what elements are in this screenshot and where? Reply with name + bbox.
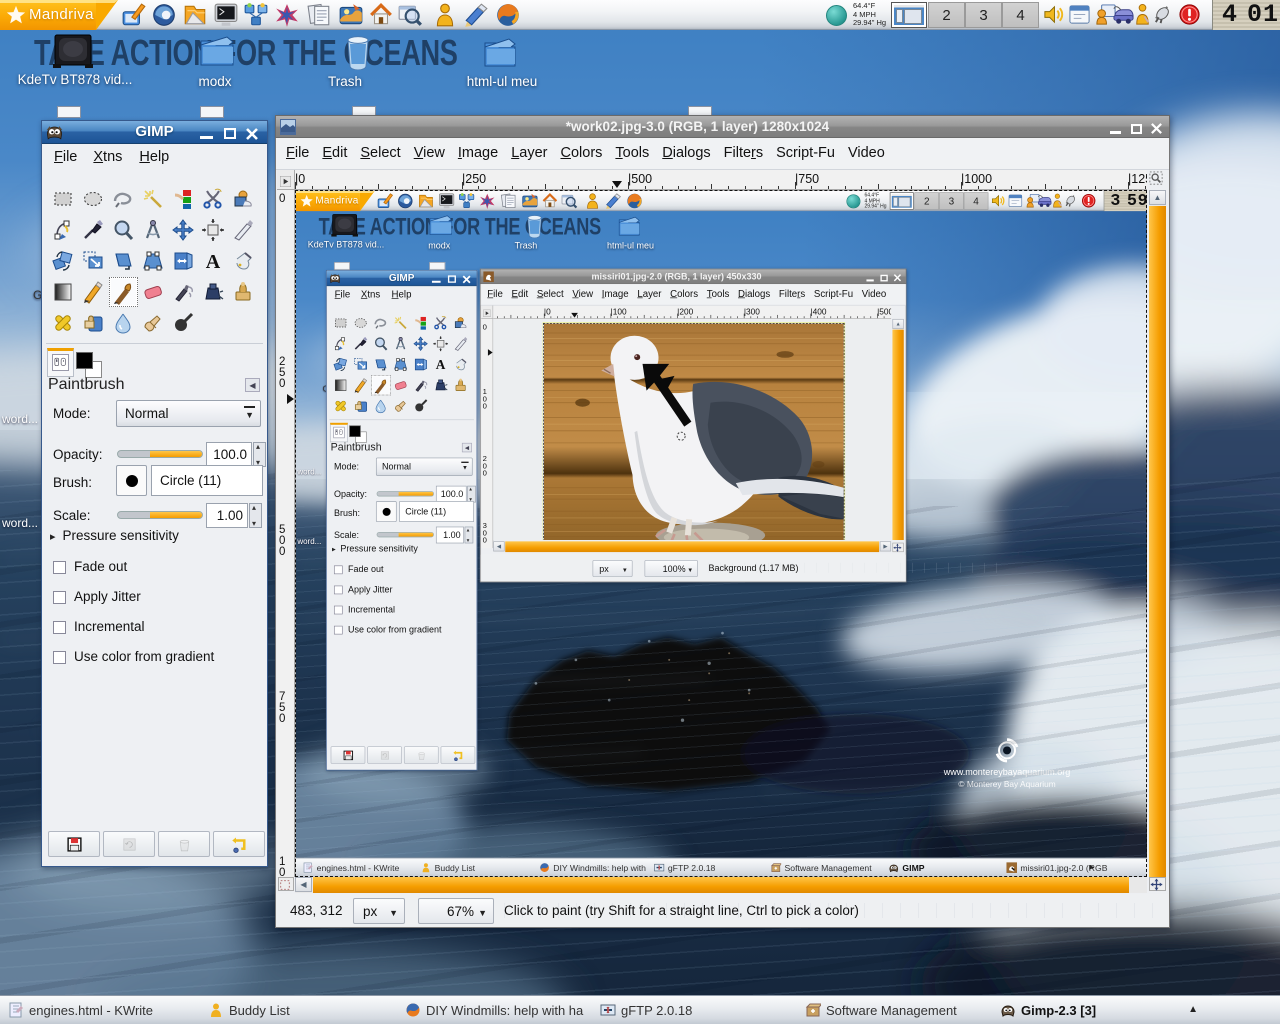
svg-text:A: A [436,357,446,372]
svg-text:A: A [206,251,221,273]
